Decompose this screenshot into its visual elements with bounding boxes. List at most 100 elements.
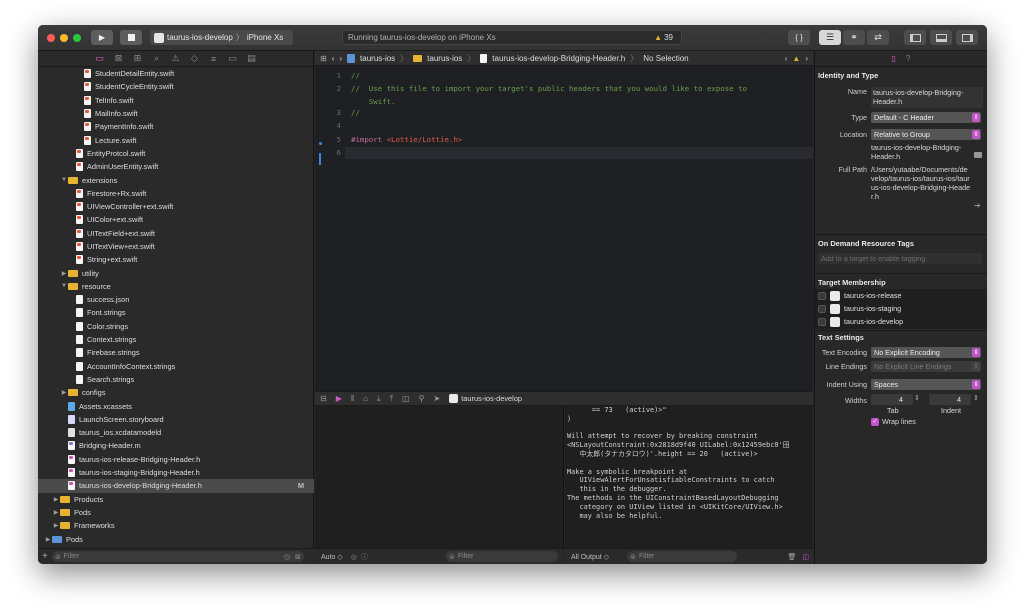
file-tree-row[interactable]: UITextView+ext.swift xyxy=(38,240,314,253)
odr-tags-field[interactable]: Add to a target to enable tagging xyxy=(818,253,982,264)
warning-icon[interactable]: ▲ xyxy=(792,54,800,63)
disclosure-closed-icon[interactable]: ▶ xyxy=(52,496,60,503)
close-window-button[interactable] xyxy=(47,34,55,42)
breadcrumb-group[interactable]: taurus-ios xyxy=(427,54,462,63)
variables-filter-input[interactable]: ⊜ Filter xyxy=(446,551,558,562)
symbol-icon[interactable]: ⊞ xyxy=(132,53,144,64)
file-tree-row[interactable]: ▶ Products xyxy=(38,493,314,506)
disclosure-open-icon[interactable]: ▼ xyxy=(60,177,68,183)
location-popup[interactable]: Relative to Group ⇕ xyxy=(871,129,981,140)
prev-issue-button[interactable]: ‹ xyxy=(785,54,788,63)
search-icon[interactable]: ⌕ xyxy=(151,53,163,64)
file-inspector-icon[interactable]: ▯ xyxy=(892,54,896,63)
variables-view[interactable] xyxy=(315,406,564,548)
step-over-icon[interactable]: ⌂ xyxy=(363,394,368,403)
eye-icon[interactable]: ◎ xyxy=(351,553,357,561)
file-tree-row[interactable]: taurus-ios-release-Bridging-Header.h xyxy=(38,453,314,466)
file-tree-row[interactable]: ▶ utility xyxy=(38,266,314,279)
disclosure-closed-icon[interactable]: ▶ xyxy=(52,509,60,516)
file-tree-row[interactable]: taurus_ios.xcdatamodeld xyxy=(38,426,314,439)
help-inspector-icon[interactable]: ? xyxy=(906,54,910,63)
file-tree-row[interactable]: ▶ Pods xyxy=(38,506,314,519)
file-tree-row[interactable]: Search.strings xyxy=(38,373,314,386)
file-tree-row[interactable]: ▶ Frameworks xyxy=(38,519,314,532)
indent-using-popup[interactable]: Spaces ⇕ xyxy=(871,379,981,390)
view-debugger-icon[interactable]: ◫ xyxy=(402,394,410,403)
code-review-button[interactable]: { } xyxy=(788,30,810,45)
memory-graph-icon[interactable]: ⚲ xyxy=(419,394,425,403)
file-tree-row[interactable]: AccountInfoContext.strings xyxy=(38,360,314,373)
file-tree-row[interactable]: ▶ configs xyxy=(38,386,314,399)
file-tree-row[interactable]: UIColor+ext.swift xyxy=(38,213,314,226)
tab-stepper-icon[interactable]: ⇕ xyxy=(914,394,920,402)
membership-checkbox[interactable] xyxy=(818,291,826,300)
file-tree-row[interactable]: success.json xyxy=(38,293,314,306)
text-encoding-popup[interactable]: No Explicit Encoding ⇕ xyxy=(871,347,981,358)
run-button[interactable]: ▶ xyxy=(91,30,113,45)
stop-button[interactable] xyxy=(120,30,142,45)
file-tree-row[interactable]: LaunchScreen.storyboard xyxy=(38,413,314,426)
source-control-icon[interactable]: ⊠ xyxy=(113,53,125,64)
breadcrumb-project[interactable]: taurus-ios xyxy=(360,54,395,63)
file-tree-row[interactable]: TelInfo.swift xyxy=(38,94,314,107)
file-tree-row[interactable]: StudentDetailEntity.swift xyxy=(38,67,314,80)
file-tree-row[interactable]: Bridging-Header.m xyxy=(38,439,314,452)
disclosure-closed-icon[interactable]: ▶ xyxy=(44,536,52,543)
test-icon[interactable]: ◇ xyxy=(189,53,201,64)
name-field[interactable]: taurus-ios-develop-Bridging-Header.h xyxy=(871,87,983,108)
breadcrumb-selection[interactable]: No Selection xyxy=(643,54,688,63)
reveal-arrow-icon[interactable]: ➔ xyxy=(974,201,981,210)
toggle-navigator-button[interactable] xyxy=(904,30,926,45)
location-icon[interactable]: ➤ xyxy=(434,394,441,403)
step-in-icon[interactable]: ⤓ xyxy=(377,394,381,404)
target-membership-row[interactable]: taurus-ios-develop xyxy=(815,315,903,328)
wrap-lines-checkbox[interactable]: ✓ Wrap lines xyxy=(871,417,916,426)
breakpoint-icon[interactable]: ▭ xyxy=(227,53,239,64)
membership-checkbox[interactable] xyxy=(818,304,826,313)
split-view-icon[interactable]: ◫ xyxy=(802,553,809,561)
console-filter-input[interactable]: ⊜ Filter xyxy=(627,551,738,562)
hide-debug-icon[interactable]: ⊟ xyxy=(320,394,327,403)
file-tree-row[interactable]: ▼ resource xyxy=(38,280,314,293)
code-line[interactable]: // xyxy=(351,71,360,80)
file-tree-row[interactable]: StudentCycleEntity.swift xyxy=(38,80,314,93)
output-selector[interactable]: All Output ◇ xyxy=(571,553,609,561)
auto-selector[interactable]: Auto ◇ xyxy=(321,553,343,561)
disclosure-open-icon[interactable]: ▼ xyxy=(60,283,68,289)
file-tree-row[interactable]: Assets.xcassets xyxy=(38,399,314,412)
type-popup[interactable]: Default - C Header ⇕ xyxy=(871,112,981,123)
file-tree-row[interactable]: Context.strings xyxy=(38,333,314,346)
code-line[interactable]: Swift. xyxy=(351,97,396,106)
version-editor-button[interactable]: ⇄ xyxy=(867,30,889,45)
file-tree-row[interactable]: Firebase.strings xyxy=(38,346,314,359)
assistant-editor-button[interactable]: ⚭ xyxy=(843,30,865,45)
info-icon[interactable]: ⓘ xyxy=(361,552,368,562)
file-tree-row[interactable]: Lecture.swift xyxy=(38,133,314,146)
tab-width-field[interactable]: 4 xyxy=(871,394,913,405)
step-out-icon[interactable]: ⤒ xyxy=(390,394,394,404)
console-output[interactable]: == 73 (active)>") Will attempt to recove… xyxy=(565,406,813,548)
recent-files-icon[interactable]: ◷ xyxy=(284,553,290,561)
disclosure-closed-icon[interactable]: ▶ xyxy=(60,389,68,396)
file-tree-row[interactable]: Firestore+Rx.swift xyxy=(38,187,314,200)
target-membership-row[interactable]: taurus-ios-release xyxy=(815,289,902,302)
forward-button[interactable]: › xyxy=(339,54,342,63)
file-tree-row[interactable]: ▶ Pods xyxy=(38,532,314,545)
file-tree-row[interactable]: MailInfo.swift xyxy=(38,107,314,120)
file-tree-row[interactable]: taurus-ios-develop-Bridging-Header.h M xyxy=(38,479,314,493)
pause-icon[interactable]: ‖ xyxy=(351,394,354,403)
code-line[interactable]: #import <Lottie/Lottie.h> xyxy=(351,135,462,144)
toggle-inspector-button[interactable] xyxy=(956,30,978,45)
file-tree-row[interactable]: Color.strings xyxy=(38,320,314,333)
disclosure-closed-icon[interactable]: ▶ xyxy=(60,270,68,277)
breakpoints-toggle-icon[interactable]: ▶ xyxy=(336,394,342,403)
file-tree-row[interactable]: taurus-ios-staging-Bridging-Header.h xyxy=(38,466,314,479)
disclosure-closed-icon[interactable]: ▶ xyxy=(52,522,60,529)
breadcrumb-file[interactable]: taurus-ios-develop-Bridging-Header.h xyxy=(492,54,625,63)
folder-icon[interactable]: ▭ xyxy=(94,53,106,64)
toggle-debug-button[interactable] xyxy=(930,30,952,45)
next-issue-button[interactable]: › xyxy=(805,54,808,63)
indent-width-field[interactable]: 4 xyxy=(929,394,971,405)
membership-checkbox[interactable] xyxy=(818,317,826,326)
scheme-selector[interactable]: taurus-ios-develop 〉 iPhone Xs xyxy=(150,30,293,45)
